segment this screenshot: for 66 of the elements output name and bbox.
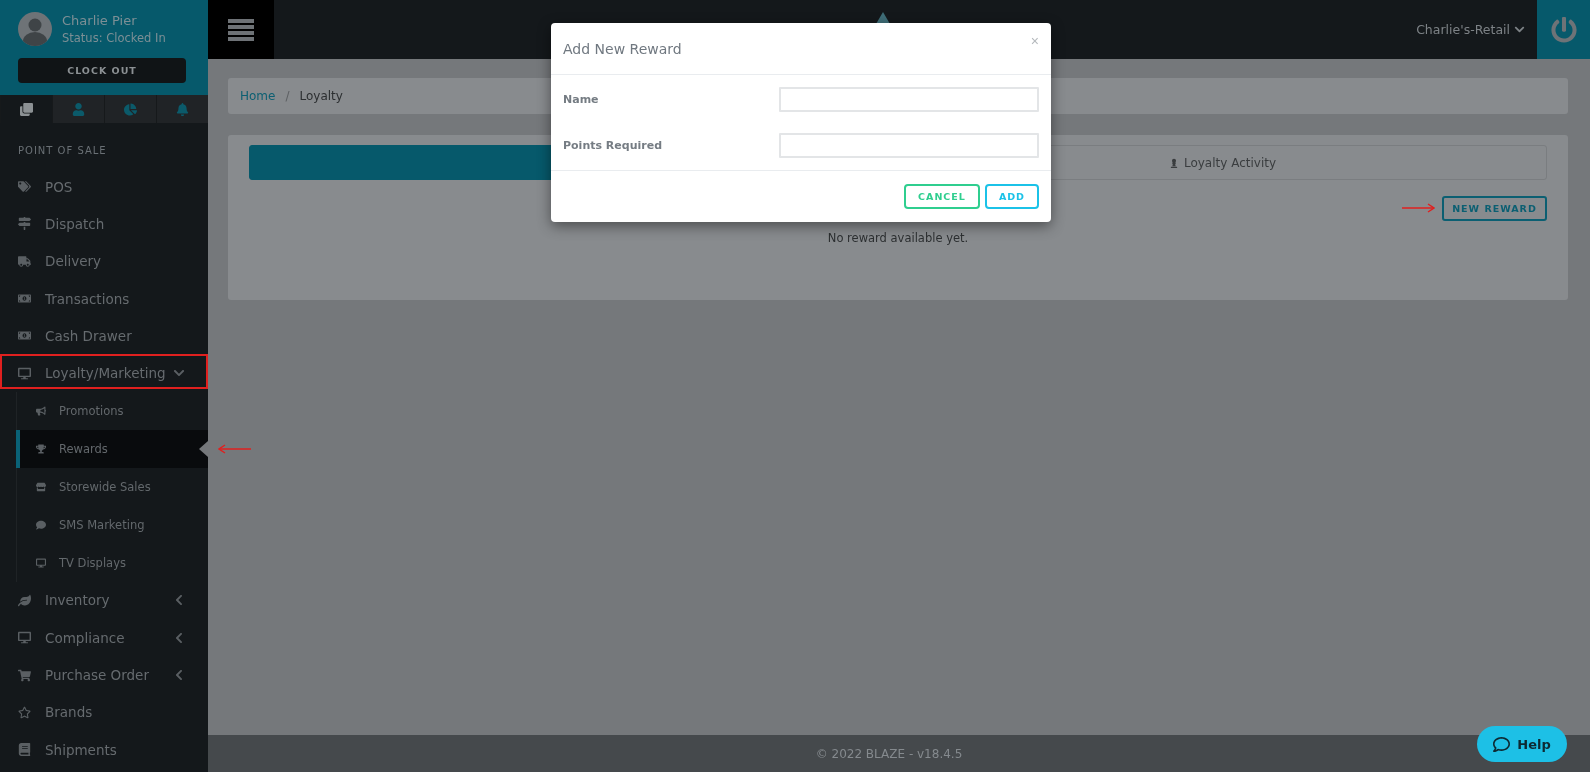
- add-button[interactable]: ADD: [984, 184, 1039, 209]
- user-name: Charlie Pier: [62, 13, 138, 28]
- close-button[interactable]: ×: [1030, 32, 1039, 49]
- sidebar-item[interactable]: Inventory: [0, 581, 208, 620]
- cancel-button[interactable]: CANCEL: [904, 184, 980, 209]
- cards-icon: [20, 102, 33, 116]
- sidebar-item[interactable]: Dispatch: [0, 205, 208, 243]
- store-selector[interactable]: Charlie's-Retail: [1416, 0, 1537, 59]
- help-button[interactable]: Help: [1477, 726, 1567, 762]
- clock-out-button[interactable]: CLOCK OUT: [18, 58, 186, 83]
- submenu-item[interactable]: SMS Marketing: [17, 505, 208, 544]
- power-button[interactable]: [1537, 0, 1590, 59]
- input-field[interactable]: [779, 133, 1039, 158]
- sidebar-item[interactable]: POS: [0, 168, 208, 206]
- sidebar-item[interactable]: Shipments: [0, 730, 208, 769]
- book-icon: [18, 743, 31, 757]
- empty-message: No reward available yet.: [826, 231, 970, 245]
- new-reward-button[interactable]: NEW REWARD: [1442, 196, 1547, 221]
- menu-button[interactable]: [208, 0, 274, 59]
- active-pointer-icon: [199, 440, 208, 457]
- submenu-item[interactable]: Promotions: [17, 391, 208, 430]
- cart-icon: [18, 668, 31, 682]
- breadcrumb-link[interactable]: Home: [240, 89, 276, 103]
- sidebar-item[interactable]: Loyalty/Marketing: [0, 354, 208, 392]
- monitor-icon: [18, 366, 31, 380]
- submenu-item[interactable]: TV Displays: [17, 543, 208, 582]
- dialog-title: Add New Reward: [563, 40, 682, 57]
- chevron-left-icon: [173, 631, 185, 644]
- user-status: Status: Clocked In: [62, 31, 166, 45]
- chevron-left-icon: [173, 594, 185, 607]
- megaphone-icon: [36, 405, 46, 416]
- chevron-down-icon: [1514, 24, 1525, 35]
- submenu-item[interactable]: Storewide Sales: [17, 467, 208, 506]
- signpost-icon: [18, 217, 31, 231]
- section-heading: POINT OF SALE: [17, 144, 108, 158]
- sidebar-item[interactable]: Delivery: [0, 242, 208, 280]
- truck-icon: [18, 254, 31, 268]
- field-label: Name: [563, 93, 599, 106]
- arrow-annotation-icon: [218, 443, 252, 454]
- sidebar-item[interactable]: Cash Drawer: [0, 317, 208, 355]
- breadcrumb-separator: /: [285, 89, 290, 103]
- input-field[interactable]: [779, 87, 1039, 112]
- menu-icon: [228, 18, 254, 41]
- speech-bubble-icon: [36, 519, 46, 530]
- star-icon: [18, 705, 31, 719]
- pie-chart-icon: [124, 102, 137, 116]
- sidebar-item[interactable]: Transactions: [0, 279, 208, 318]
- power-icon: [1550, 16, 1577, 43]
- arrow-annotation-icon: [1401, 203, 1435, 213]
- monitor-icon: [18, 631, 31, 645]
- field-label: Points Required: [563, 139, 663, 152]
- pawn-icon: [1168, 157, 1179, 168]
- avatar-icon: [18, 12, 52, 46]
- user-icon: [72, 102, 85, 116]
- trophy-icon: [36, 443, 46, 454]
- sidebar-item[interactable]: Brands: [0, 693, 208, 731]
- store-icon: [36, 481, 46, 492]
- sidebar-item[interactable]: Compliance: [0, 619, 208, 657]
- breadcrumb-current: Loyalty: [299, 89, 343, 103]
- bell-icon: [176, 102, 189, 116]
- chevron-left-icon: [173, 669, 185, 681]
- monitor-icon: [36, 557, 46, 568]
- tag-icon: [18, 180, 31, 194]
- chat-icon: [1493, 735, 1511, 753]
- sidebar-item[interactable]: Purchase Order: [0, 656, 208, 694]
- leaf-icon: [18, 593, 31, 607]
